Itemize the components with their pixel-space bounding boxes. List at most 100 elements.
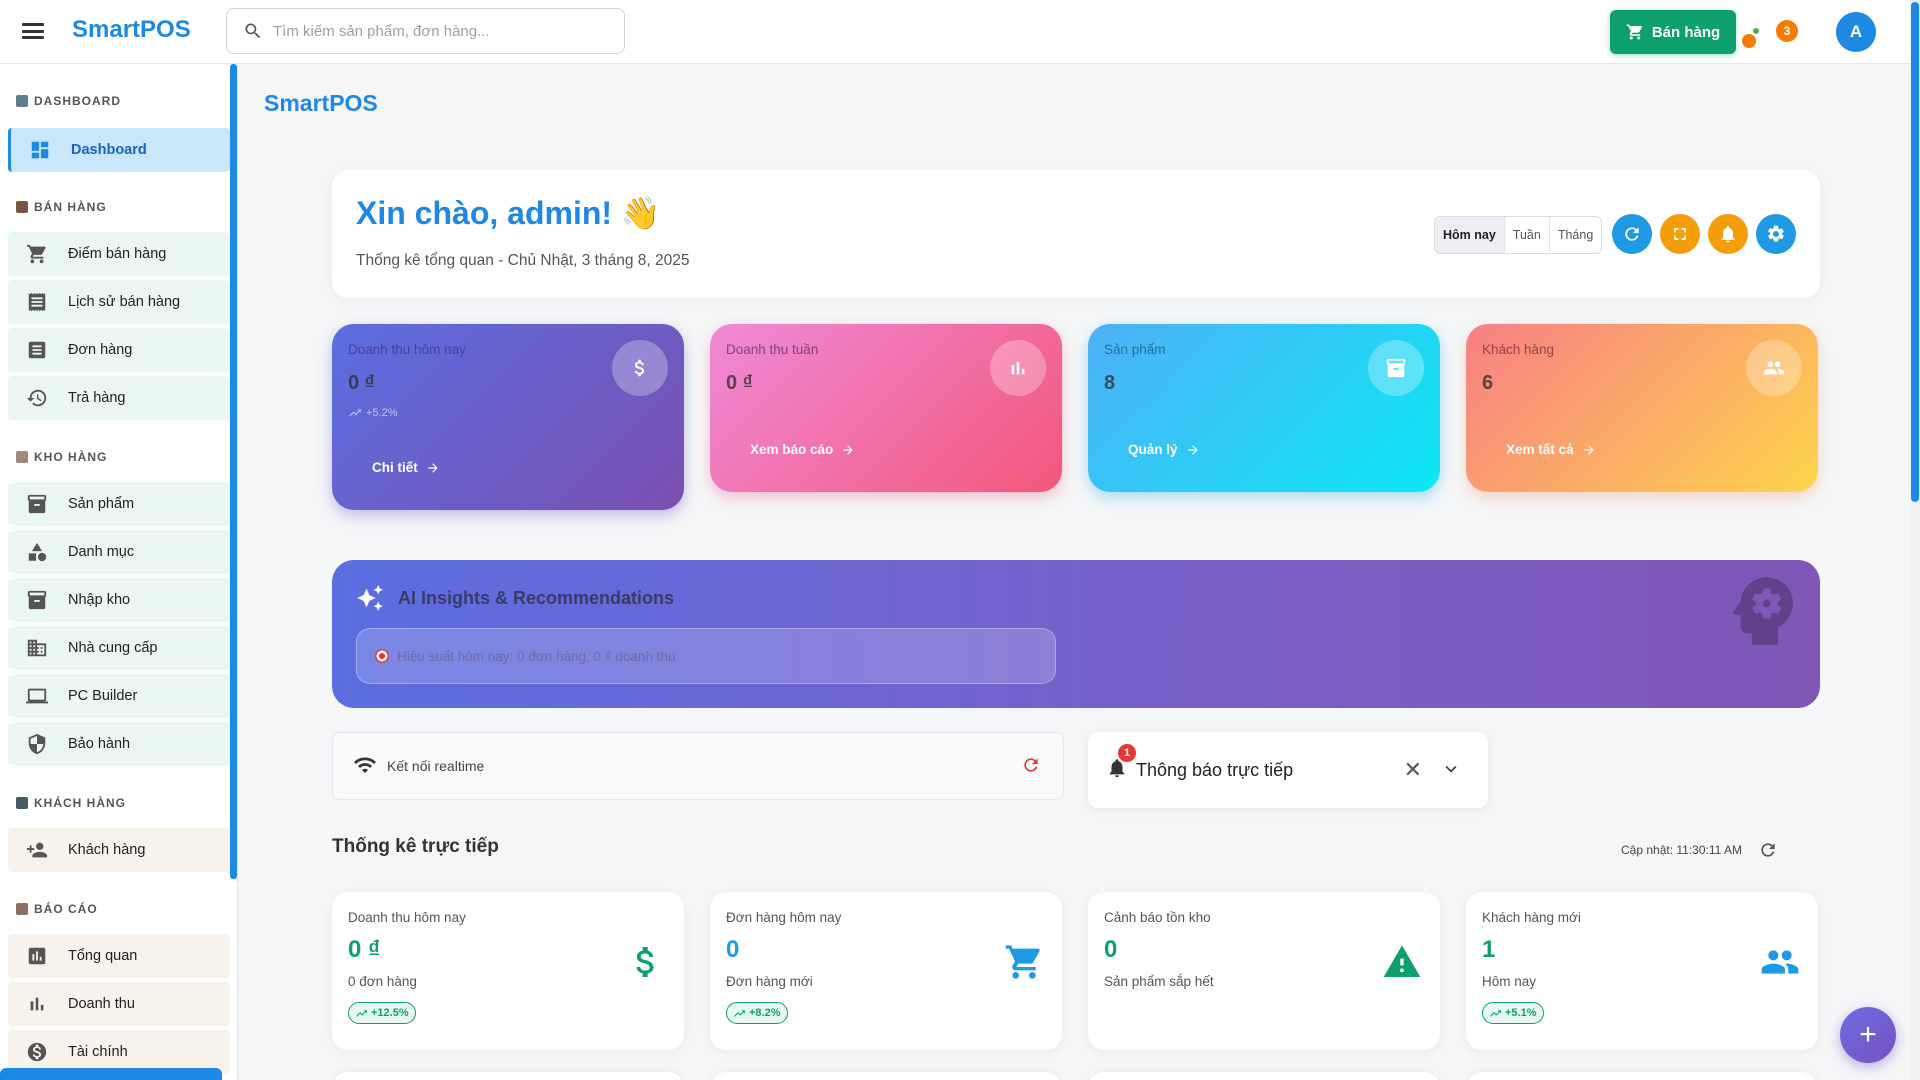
arrow-right-icon (843, 444, 853, 455)
settings-button[interactable] (1756, 214, 1796, 254)
greeting-card: Xin chào, admin! 👋 Thống kê tổng quan - … (332, 170, 1820, 298)
period-week[interactable]: Tuần (1505, 217, 1550, 253)
stat-icon (1746, 340, 1802, 396)
live-card-value: 0 ₫ (348, 936, 381, 963)
greeting-heading: Xin chào, admin! 👋 (356, 195, 661, 231)
stat-card-revenue-today[interactable]: Doanh thu hôm nay 0 ₫ +5.2% Chi tiết (332, 324, 684, 510)
sidebar-item-label: Lịch sử bán hàng (68, 294, 181, 310)
stat-trend: +5.2% (348, 406, 398, 420)
sidebar-item-products[interactable]: Sản phẩm (8, 482, 230, 526)
search-input[interactable] (273, 22, 593, 40)
sidebar-item-categories[interactable]: Danh mục (8, 530, 230, 574)
trending-up-icon (349, 409, 361, 417)
notification-count-badge: 1 (1118, 744, 1136, 762)
sidebar-section-reports: BÁO CÁO (16, 902, 98, 916)
sidebar-item-warranty[interactable]: Bảo hành (8, 722, 230, 766)
stat-label: Sản phẩm (1104, 342, 1166, 357)
trending-up-icon (734, 1009, 745, 1017)
wifi-icon (353, 753, 377, 780)
avatar[interactable]: A (1836, 12, 1876, 52)
category-icon (28, 542, 47, 562)
stat-value: 8 (1104, 372, 1116, 394)
brand-logo[interactable]: SmartPOS (72, 16, 191, 44)
stat-icon (612, 340, 668, 396)
live-card-new-customers[interactable]: Khách hàng mới 1 Hôm nay +5.1% (1466, 892, 1818, 1050)
reconnect-icon[interactable] (1021, 755, 1041, 778)
sidebar-item-label: Nhà cung cấp (68, 640, 158, 656)
notifications-button[interactable] (1708, 214, 1748, 254)
add-fab-button[interactable]: + (1840, 1007, 1896, 1063)
page-scrollbar[interactable] (1910, 0, 1920, 1080)
search-icon (245, 23, 261, 39)
cart-icon (1626, 24, 1642, 40)
sidebar-item-overview[interactable]: Tổng quan (8, 934, 230, 978)
sidebar-item-sales-history[interactable]: Lịch sử bán hàng (8, 280, 230, 324)
next-row-card (710, 1072, 1062, 1080)
archive-icon (27, 494, 47, 514)
page-scrollbar-thumb[interactable] (1911, 2, 1919, 502)
fullscreen-button[interactable] (1660, 214, 1700, 254)
next-row-card (1088, 1072, 1440, 1080)
live-card-revenue[interactable]: Doanh thu hôm nay 0 ₫ 0 đơn hàng +12.5% (332, 892, 684, 1050)
sidebar-scrollbar[interactable] (230, 64, 237, 879)
refresh-icon[interactable] (1758, 840, 1778, 860)
last-updated: Cập nhật: 11:30:11 AM (1621, 840, 1778, 860)
greeting-subtitle: Thống kê tổng quan - Chủ Nhật, 3 tháng 8… (356, 252, 690, 269)
stat-card-products[interactable]: Sản phẩm 8 Quản lý (1088, 324, 1440, 492)
dollar-icon (634, 359, 645, 377)
dollar-icon (27, 1042, 47, 1062)
ai-insight-item[interactable]: Hiệu suất hôm nay: 0 đơn hàng, 0 ₫ doanh… (356, 628, 1056, 684)
menu-toggle-icon[interactable] (20, 20, 46, 42)
stat-label: Khách hàng (1482, 342, 1555, 357)
stat-icon (1368, 340, 1424, 396)
stat-card-customers[interactable]: Khách hàng 6 Xem tất cả (1466, 324, 1818, 492)
connection-status-dot (1740, 32, 1758, 50)
chart-box-icon (28, 947, 46, 965)
stat-card-revenue-week[interactable]: Doanh thu tuần 0 ₫ Xem báo cáo (710, 324, 1062, 492)
stat-link-report[interactable]: Xem báo cáo (750, 442, 855, 457)
live-card-label: Doanh thu hôm nay (348, 910, 466, 925)
stat-link-details[interactable]: Chi tiết (372, 460, 440, 475)
sidebar-bottom-scroll[interactable] (0, 1068, 222, 1080)
stat-link-view-all[interactable]: Xem tất cả (1506, 442, 1596, 457)
archive-icon (1386, 358, 1406, 378)
live-card-stock-alert[interactable]: Cảnh báo tồn kho 0 Sản phẩm sắp hết (1088, 892, 1440, 1050)
sell-button[interactable]: Bán hàng (1610, 10, 1736, 54)
stat-label: Doanh thu hôm nay (348, 342, 466, 357)
search-box[interactable] (226, 8, 625, 54)
sidebar-item-orders[interactable]: Đơn hàng (8, 328, 230, 372)
period-month[interactable]: Tháng (1550, 217, 1601, 253)
stat-value: 0 ₫ (348, 372, 375, 394)
sidebar: DASHBOARD Dashboard BÁN HÀNG Điểm bán hà… (0, 64, 238, 1080)
refresh-button[interactable] (1612, 214, 1652, 254)
close-icon[interactable]: ✕ (1404, 759, 1422, 781)
period-today[interactable]: Hôm nay (1435, 217, 1505, 253)
sidebar-item-label: Tổng quan (68, 948, 138, 964)
page-title: SmartPOS (264, 90, 378, 116)
sidebar-item-suppliers[interactable]: Nhà cung cấp (8, 626, 230, 670)
chevron-down-icon[interactable] (1440, 758, 1462, 785)
arrow-right-icon (428, 462, 438, 473)
live-card-label: Khách hàng mới (1482, 910, 1581, 925)
refresh-icon (1625, 227, 1639, 241)
sidebar-item-revenue[interactable]: Doanh thu (8, 982, 230, 1026)
live-notifications-title: Thông báo trực tiếp (1136, 759, 1294, 780)
bar-chart-icon (30, 997, 44, 1011)
realtime-label: Kết nối realtime (387, 758, 485, 774)
ai-insights-header: AI Insights & Recommendations (356, 584, 674, 612)
sidebar-item-returns[interactable]: Trả hàng (8, 376, 230, 420)
sidebar-item-pc-builder[interactable]: PC Builder (8, 674, 230, 718)
person-add-icon (26, 842, 48, 858)
stat-link-manage[interactable]: Quản lý (1128, 442, 1200, 457)
sidebar-item-stock-in[interactable]: Nhập kho (8, 578, 230, 622)
sidebar-item-dashboard[interactable]: Dashboard (8, 128, 230, 172)
live-card-orders[interactable]: Đơn hàng hôm nay 0 Đơn hàng mới +8.2% (710, 892, 1062, 1050)
sidebar-item-pos[interactable]: Điểm bán hàng (8, 232, 230, 276)
sidebar-item-label: Doanh thu (68, 996, 135, 1012)
notification-badge[interactable]: 3 (1776, 20, 1798, 42)
ai-insights-title: AI Insights & Recommendations (398, 587, 675, 608)
live-card-value: 0 (1104, 936, 1118, 963)
sidebar-item-customers[interactable]: Khách hàng (8, 828, 230, 872)
bell-icon (1721, 226, 1735, 243)
ai-insight-text: Hiệu suất hôm nay: 0 đơn hàng, 0 ₫ doanh… (397, 648, 676, 664)
